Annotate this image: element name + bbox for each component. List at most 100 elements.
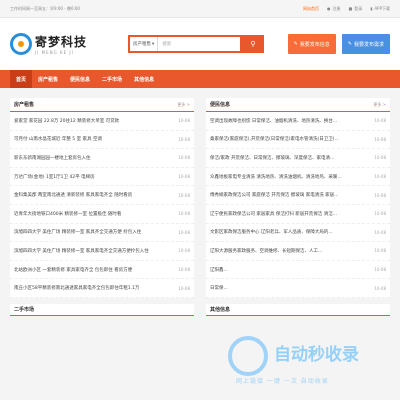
list-item-title[interactable]: 文影区家政保洁服务中心 辽阳老兵、军人品质、保障大局的... bbox=[210, 229, 333, 235]
list-item-title[interactable]: 辽阳鑫... bbox=[210, 267, 228, 273]
list-item[interactable]: 日常保... 10-08 bbox=[206, 279, 390, 298]
list-item-title[interactable]: 傅秀娟家政保洁公司 家庭保洁 开荒保洁 擦玻璃 家电清洗 家居... bbox=[210, 192, 338, 198]
login-link[interactable]: ■ 登录 bbox=[348, 6, 362, 12]
site-logo[interactable]: 寄梦科技 JI MENG KE JI bbox=[10, 33, 120, 55]
logo-icon bbox=[10, 33, 32, 55]
list-item-title[interactable]: 北站欧洲小区 一套精装修 家具家电齐全 包包即住 看房方便 bbox=[14, 267, 132, 273]
home-link[interactable]: 网站首页 bbox=[303, 6, 319, 12]
list-item-date: 10-08 bbox=[178, 155, 190, 161]
list-item-date: 10-08 bbox=[374, 229, 386, 235]
watermark-logo-icon bbox=[228, 336, 268, 376]
nav-item-other[interactable]: 其他信息 bbox=[128, 70, 160, 88]
panel-title: 房产租售 bbox=[14, 102, 35, 108]
search-category-select[interactable]: 房产租售 ▾ bbox=[130, 37, 159, 51]
panel-header: 其他信息 bbox=[206, 304, 390, 316]
list-item[interactable]: 可月付 山南水晶花城近 年整 5 室 家具 空调 10-08 bbox=[10, 131, 194, 150]
list-item-date: 10-08 bbox=[178, 174, 190, 180]
edit-icon: ✎ bbox=[293, 41, 298, 47]
post-demand-label: 我要发布需求 bbox=[353, 41, 384, 48]
list-item[interactable]: 近青年大街地铁口400米 精装修一室 位置极佳 随时看 10-08 bbox=[10, 205, 194, 224]
list-item-title[interactable]: 爱家堂 家花园 22.8万 20往12 精装修大单室 可贷款 bbox=[14, 118, 119, 124]
header: 寄梦科技 JI MENG KE JI 房产租售 ▾ 搜索 ⚲ ✎ 我要发布信息 ✎ 我… bbox=[0, 18, 400, 70]
list-item-date: 10-08 bbox=[178, 229, 190, 235]
list-item-title[interactable]: 保洁/家政 开荒保洁、日常保洁、擦玻璃、深度保洁、家电清... bbox=[210, 155, 334, 161]
list-item-date: 10-08 bbox=[374, 285, 386, 291]
search-icon: ⚲ bbox=[250, 40, 256, 48]
nav-item-convenience[interactable]: 便民信息 bbox=[64, 70, 96, 88]
list-item-date: 10-08 bbox=[178, 211, 190, 217]
list-item-date: 10-08 bbox=[374, 192, 386, 198]
search-input[interactable]: 搜索 bbox=[158, 41, 171, 47]
more-link[interactable]: 更多 > bbox=[373, 102, 386, 108]
list-item-title[interactable]: 金科集美郡 两室南北通透 清新装修 家具家电齐全 随时看房 bbox=[14, 192, 132, 198]
list-item-date: 10-08 bbox=[374, 248, 386, 254]
list-item[interactable]: 众鑫地板家电专业清洗 清洗地热、清洗油烟机、清洗地热、采暖... 10-08 bbox=[206, 168, 390, 187]
app-download-link[interactable]: ▮ APP下载 bbox=[370, 6, 390, 12]
list-item-date: 10-08 bbox=[178, 118, 190, 124]
more-link[interactable]: 更多 > bbox=[177, 102, 190, 108]
watermark: 自动秒收录 网上链接 一键 一次 自动收录 bbox=[228, 332, 388, 392]
list-item[interactable]: 桑家保洁(家庭保洁),开荒保洁(日常保洁)家电水管清洗(日卫卫)... 10-08 bbox=[206, 131, 390, 150]
post-demand-button[interactable]: ✎ 我要发布需求 bbox=[341, 34, 390, 54]
list-item-title[interactable]: 南庄小区58平精装修南北通透家具家电齐全包包即住年租1.1万 bbox=[14, 285, 139, 291]
watermark-title: 自动秒收录 bbox=[274, 345, 359, 365]
panel-title: 便民信息 bbox=[210, 102, 231, 108]
list-item-title[interactable]: 滨旭四四大学 美住广场 精装修一室 家具齐全交通方便 拎包入住 bbox=[14, 229, 141, 235]
post-info-button[interactable]: ✎ 我要发布信息 bbox=[287, 34, 336, 54]
search-box: 房产租售 ▾ 搜索 bbox=[128, 35, 242, 53]
list-item-title[interactable]: 桑家保洁(家庭保洁),开荒保洁(日常保洁)家电水管清洗(日卫卫)... bbox=[210, 136, 339, 142]
list-item[interactable]: 滨旭四四大学 美住广场 精装修一室 家具齐全交通方便 拎包入住 10-08 bbox=[10, 224, 194, 243]
panel-title: 其他信息 bbox=[210, 306, 231, 313]
list-item-title[interactable]: 辽阳大源服务家政服务、空调维修、长短期保洁、人工... bbox=[210, 248, 322, 254]
list-item-date: 10-08 bbox=[374, 267, 386, 273]
list-item-date: 10-08 bbox=[178, 192, 190, 198]
list-item-title[interactable]: 可月付 山南水晶花城近 年整 5 室 家具 空调 bbox=[14, 136, 102, 142]
post-buttons: ✎ 我要发布信息 ✎ 我要发布需求 bbox=[287, 34, 390, 54]
list-item[interactable]: 新东东新南湖园园一楼地上套房包入住 10-08 bbox=[10, 149, 194, 168]
list-item[interactable]: 傅秀娟家政保洁公司 家庭保洁 开荒保洁 擦玻璃 家电清洗 家居... 10-08 bbox=[206, 186, 390, 205]
list-item-title[interactable]: 日常保... bbox=[210, 285, 228, 291]
real-estate-list: 爱家堂 家花园 22.8万 20往12 精装修大单室 可贷款 10-08 可月付 山… bbox=[10, 112, 194, 298]
login-label: 登录 bbox=[354, 5, 363, 11]
list-item-title[interactable]: 空调出现故障也别慌 日常保洁、油烟机清洗、地热清洗、换台... bbox=[210, 118, 337, 124]
list-item-title[interactable]: 辽宁便民家政保洁公司 家居家具 保洁打扫 新居开荒保洁 清洁... bbox=[210, 211, 337, 217]
list-item-title[interactable]: 近青年大街地铁口400米 精装修一室 位置极佳 随时看 bbox=[14, 211, 121, 217]
list-item[interactable]: 南庄小区58平精装修南北通透家具家电齐全包包即住年租1.1万 10-08 bbox=[10, 279, 194, 298]
list-item[interactable]: 万达广场(金地) 1室1厅1卫 42平 电梯房 10-08 bbox=[10, 168, 194, 187]
post-info-label: 我要发布信息 bbox=[299, 41, 330, 48]
list-item-date: 10-08 bbox=[178, 136, 190, 142]
app-download-label: APP下载 bbox=[374, 5, 390, 11]
list-item-title[interactable]: 众鑫地板家电专业清洗 清洗地热、清洗油烟机、清洗地热、采暖... bbox=[210, 174, 342, 180]
list-item-date: 10-08 bbox=[374, 155, 386, 161]
list-item-title[interactable]: 万达广场(金地) 1室1厅1卫 42平 电梯房 bbox=[14, 174, 95, 180]
search-category-label: 房产租售 bbox=[133, 42, 151, 47]
list-item[interactable]: 文影区家政保洁服务中心 辽阳老兵、军人品质、保障大局的... 10-08 bbox=[206, 224, 390, 243]
lock-icon: ■ bbox=[348, 6, 353, 11]
second-hand-panel: 二手市场 bbox=[10, 303, 194, 316]
list-item[interactable]: 辽阳大源服务家政服务、空调维修、长短期保洁、人工... 10-08 bbox=[206, 242, 390, 261]
list-item-date: 10-08 bbox=[178, 267, 190, 273]
list-item-date: 10-08 bbox=[374, 174, 386, 180]
list-item-title[interactable]: 滨旭四四大学 美住广场 精装修一室 家具家电齐全交通方便拎包入住 bbox=[14, 248, 149, 254]
list-item[interactable]: 空调出现故障也别慌 日常保洁、油烟机清洗、地热清洗、换台... 10-08 bbox=[206, 112, 390, 131]
panel-header: 二手市场 bbox=[10, 304, 194, 316]
list-item[interactable]: 保洁/家政 开荒保洁、日常保洁、擦玻璃、深度保洁、家电清... 10-08 bbox=[206, 149, 390, 168]
list-item-date: 10-08 bbox=[374, 211, 386, 217]
search-button[interactable]: ⚲ bbox=[242, 35, 264, 53]
list-item[interactable]: 金科集美郡 两室南北通透 清新装修 家具家电齐全 随时看房 10-08 bbox=[10, 186, 194, 205]
top-bar-links: 网站首页 ● 注册 ■ 登录 ▮ APP下载 bbox=[303, 6, 390, 12]
nav-item-real-estate[interactable]: 房产租售 bbox=[32, 70, 64, 88]
watermark-subtitle: 网上链接 一键 一次 自动收录 bbox=[236, 378, 329, 385]
list-item[interactable]: 滨旭四四大学 美住广场 精装修一室 家具家电齐全交通方便拎包入住 10-08 bbox=[10, 242, 194, 261]
nav-item-home[interactable]: 首页 bbox=[10, 70, 33, 88]
list-item-title[interactable]: 新东东新南湖园园一楼地上套房包入住 bbox=[14, 155, 91, 161]
nav-item-second-hand[interactable]: 二手市场 bbox=[96, 70, 128, 88]
register-link[interactable]: ● 注册 bbox=[327, 6, 341, 12]
list-item[interactable]: 辽宁便民家政保洁公司 家居家具 保洁打扫 新居开荒保洁 清洁... 10-08 bbox=[206, 205, 390, 224]
list-item-date: 10-08 bbox=[374, 136, 386, 142]
list-item[interactable]: 辽阳鑫... 10-08 bbox=[206, 261, 390, 280]
list-item[interactable]: 北站欧洲小区 一套精装修 家具家电齐全 包包即住 看房方便 10-08 bbox=[10, 261, 194, 280]
list-item[interactable]: 爱家堂 家花园 22.8万 20往12 精装修大单室 可贷款 10-08 bbox=[10, 112, 194, 131]
chevron-down-icon: ▾ bbox=[152, 41, 155, 47]
search-area: 房产租售 ▾ 搜索 ⚲ bbox=[128, 35, 264, 53]
